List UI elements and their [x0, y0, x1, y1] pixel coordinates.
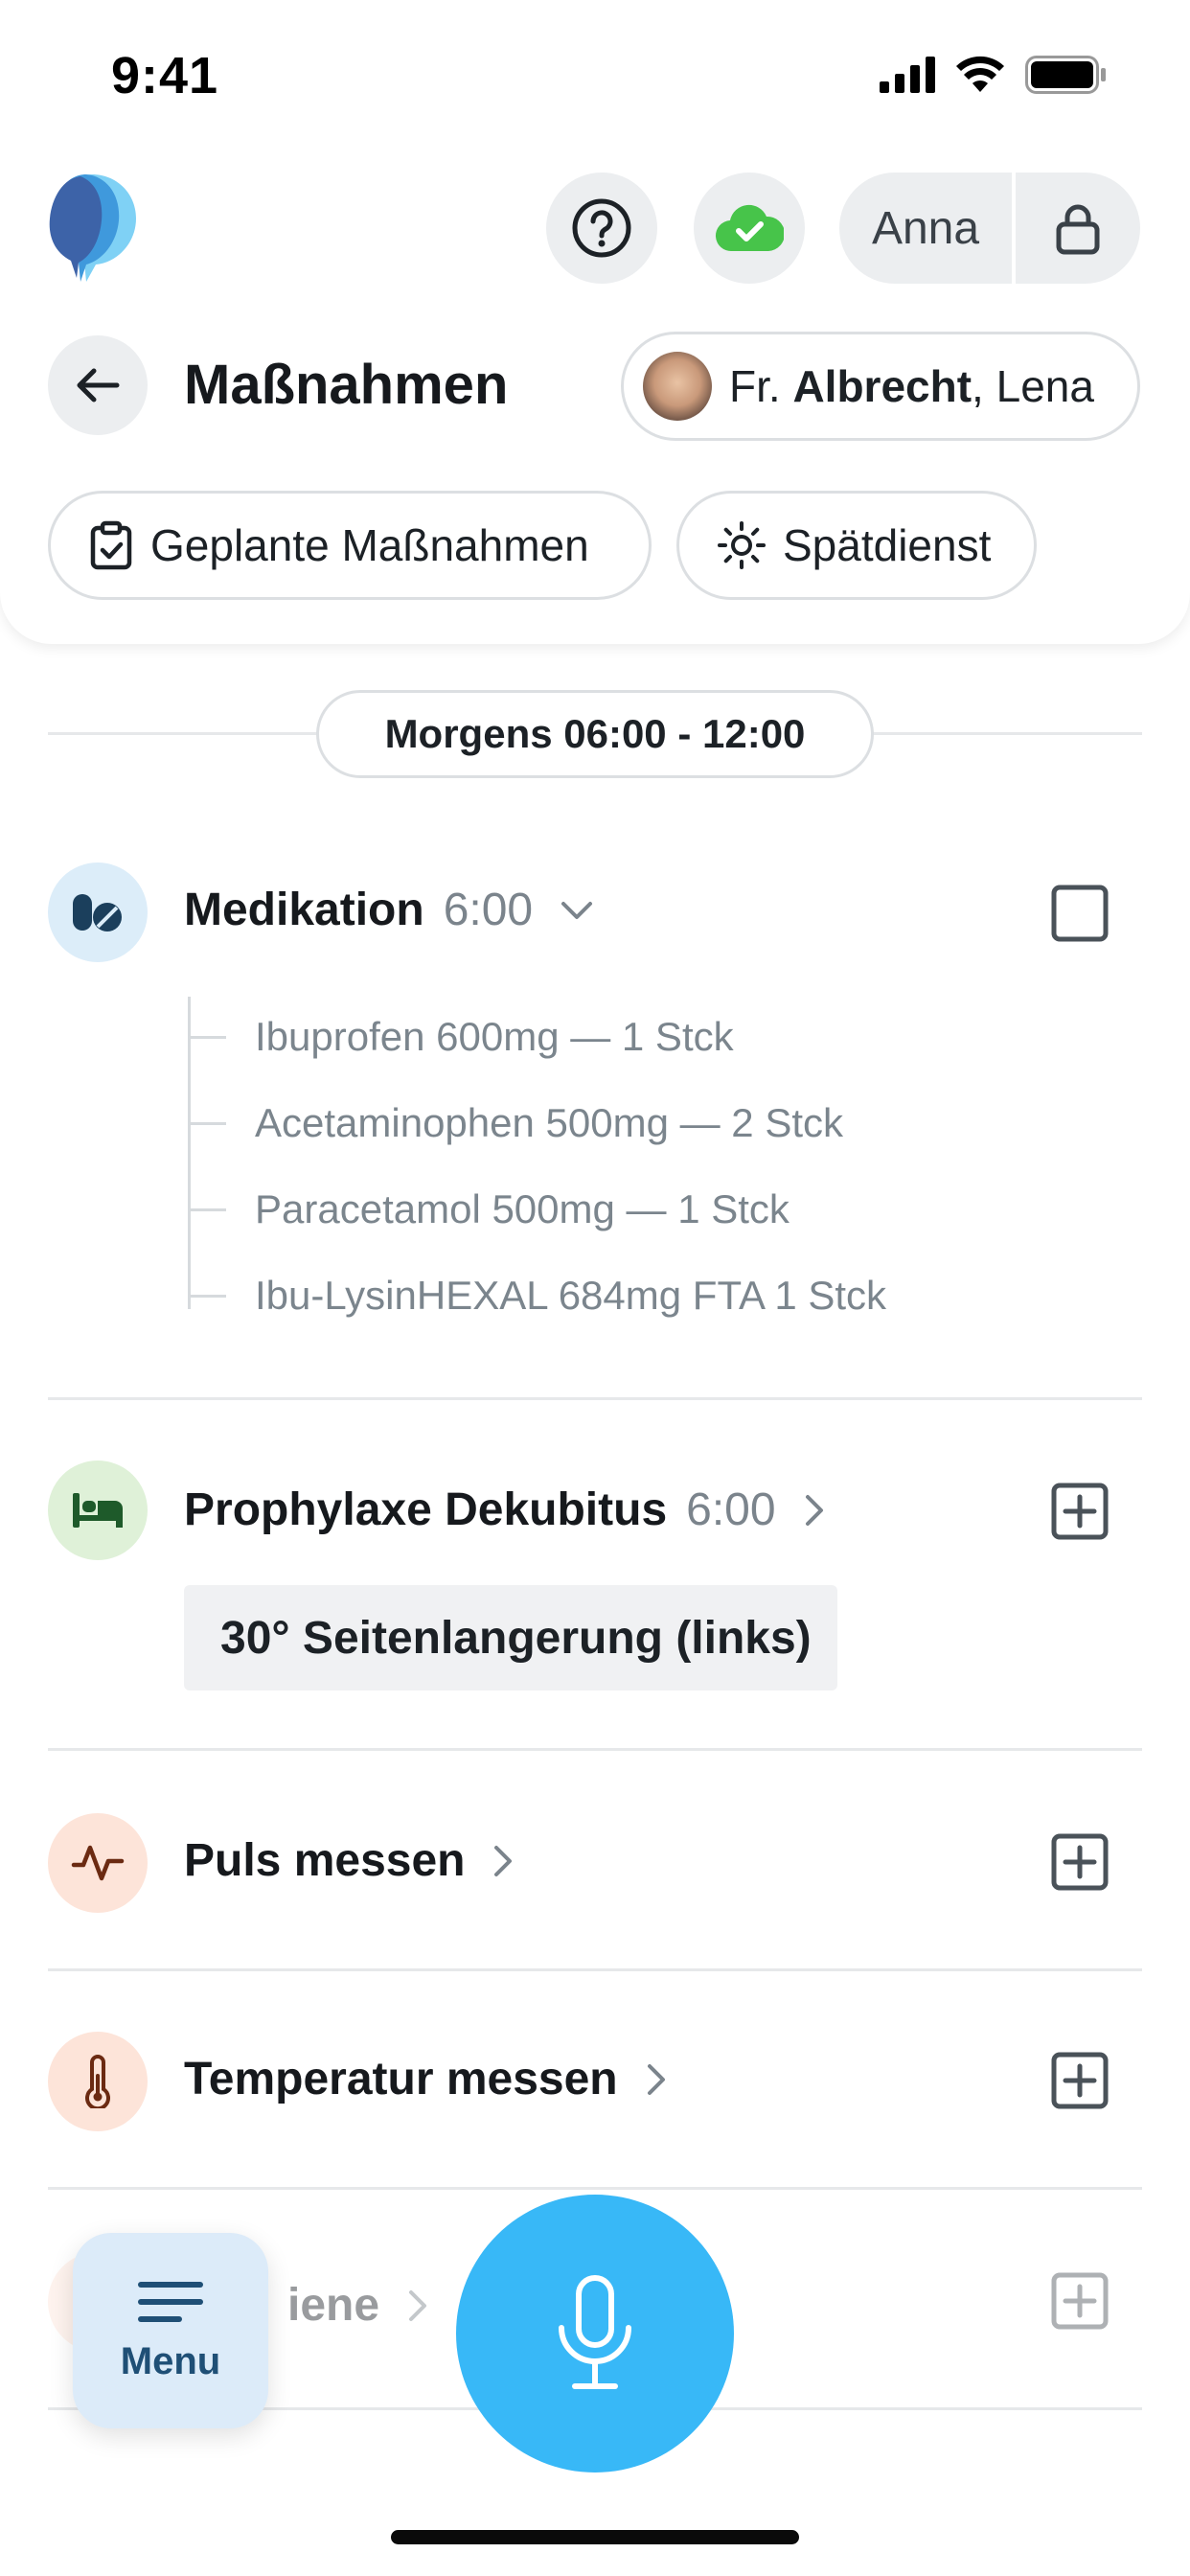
temperature-add-button[interactable] [1050, 2051, 1110, 2110]
signal-icon [880, 57, 935, 93]
header-card: 9:41 Anna Maßnahmen Fr. Albrecht, Lena G… [0, 0, 1190, 644]
microphone-icon [559, 2275, 631, 2389]
app-screen: 9:41 Anna Maßnahmen Fr. Albrecht, Lena G… [0, 0, 1190, 2576]
task-divider [48, 1968, 1142, 1971]
hygiene-add-button[interactable] [1050, 2271, 1110, 2331]
menu-button[interactable]: Menu [73, 2233, 268, 2428]
shift-label: Spätdienst [783, 520, 992, 570]
task-icon-pulse [48, 1813, 148, 1913]
period-label: Morgens 06:00 - 12:00 [316, 690, 874, 778]
lock-button[interactable] [1016, 172, 1140, 284]
page-title: Maßnahmen [184, 354, 509, 416]
user-pill: Anna [839, 172, 1140, 284]
medication-item-text: Acetaminophen 500mg — 2 Stck [255, 1100, 844, 1145]
patient-name-separator: , [972, 361, 984, 411]
task-temperature-title: Temperatur messen [184, 2054, 618, 2104]
task-divider [48, 1748, 1142, 1751]
app-logo-icon [49, 174, 136, 282]
battery-icon [1025, 56, 1106, 94]
sun-icon [718, 521, 766, 569]
task-medication-time: 6:00 [443, 885, 534, 935]
decubitus-instruction: 30° Seitenlangerung (links) [184, 1585, 837, 1690]
medication-item: Acetaminophen 500mg — 2 Stck [188, 1100, 843, 1146]
bed-icon [73, 1493, 123, 1528]
question-icon [572, 198, 631, 258]
arrow-left-icon [77, 368, 120, 402]
patient-first-name: Lena [995, 361, 1094, 411]
task-decubitus-title: Prophylaxe Dekubitus [184, 1484, 668, 1535]
home-indicator [391, 2530, 799, 2544]
chevron-right-icon[interactable] [492, 1844, 515, 1878]
task-decubitus[interactable]: Prophylaxe Dekubitus 6:00 [184, 1484, 826, 1536]
patient-salutation: Fr. [729, 361, 781, 411]
task-hygiene[interactable]: iene [287, 2279, 429, 2332]
task-hygiene-title: iene [287, 2280, 380, 2331]
medication-checkbox[interactable] [1050, 884, 1110, 943]
shift-filter[interactable]: Spätdienst [676, 491, 1037, 600]
wifi-icon [956, 56, 1004, 92]
plus-square-icon [1051, 2272, 1109, 2330]
chevron-right-icon[interactable] [803, 1493, 826, 1528]
patient-avatar [643, 352, 712, 421]
help-button[interactable] [546, 172, 657, 284]
back-button[interactable] [48, 335, 148, 435]
chevron-down-icon[interactable] [560, 899, 594, 922]
medication-item: Ibuprofen 600mg — 1 Stck [188, 1014, 734, 1060]
cloud-check-icon [716, 204, 784, 252]
sync-status-button[interactable] [694, 172, 805, 284]
chevron-right-icon[interactable] [406, 2288, 429, 2323]
checkbox-icon [1051, 885, 1109, 942]
status-icons [880, 56, 1108, 94]
task-pulse[interactable]: Puls messen [184, 1834, 515, 1887]
task-divider [48, 1397, 1142, 1400]
task-decubitus-time: 6:00 [686, 1484, 776, 1535]
plus-square-icon [1051, 1833, 1109, 1891]
chevron-right-icon[interactable] [645, 2062, 668, 2097]
clipboard-check-icon [90, 520, 132, 570]
decubitus-add-button[interactable] [1050, 1482, 1110, 1541]
task-icon-medication [48, 862, 148, 962]
planned-measures-filter[interactable]: Geplante Maßnahmen [48, 491, 652, 600]
plus-square-icon [1051, 1483, 1109, 1540]
lock-icon [1056, 204, 1100, 255]
medication-item-text: Ibu-LysinHEXAL 684mg FTA 1 Stck [255, 1273, 887, 1318]
thermometer-icon [85, 2055, 110, 2108]
medication-item-text: Ibuprofen 600mg — 1 Stck [255, 1014, 734, 1059]
patient-name: Fr. Albrecht, Lena [729, 360, 1094, 412]
task-medication-title: Medikation [184, 885, 424, 935]
menu-label: Menu [120, 2339, 221, 2382]
status-time: 9:41 [111, 47, 219, 104]
plus-square-icon [1051, 2052, 1109, 2109]
task-divider [48, 2187, 1142, 2190]
menu-icon [138, 2281, 203, 2322]
pulse-icon [71, 1845, 125, 1881]
medication-item-text: Paracetamol 500mg — 1 Stck [255, 1186, 790, 1231]
patient-selector[interactable]: Fr. Albrecht, Lena [621, 332, 1140, 441]
pills-icon [73, 894, 122, 932]
patient-last-name: Albrecht [792, 361, 973, 411]
medication-item: Ibu-LysinHEXAL 684mg FTA 1 Stck [188, 1273, 886, 1319]
voice-input-button[interactable] [456, 2195, 734, 2472]
pulse-add-button[interactable] [1050, 1832, 1110, 1892]
medication-item: Paracetamol 500mg — 1 Stck [188, 1186, 790, 1232]
task-medication[interactable]: Medikation 6:00 [184, 884, 594, 936]
task-icon-temperature [48, 2032, 148, 2131]
task-pulse-title: Puls messen [184, 1835, 466, 1886]
task-icon-decubitus [48, 1460, 148, 1560]
planned-measures-label: Geplante Maßnahmen [150, 520, 589, 570]
task-temperature[interactable]: Temperatur messen [184, 2053, 668, 2105]
user-name-button[interactable]: Anna [839, 172, 1012, 284]
